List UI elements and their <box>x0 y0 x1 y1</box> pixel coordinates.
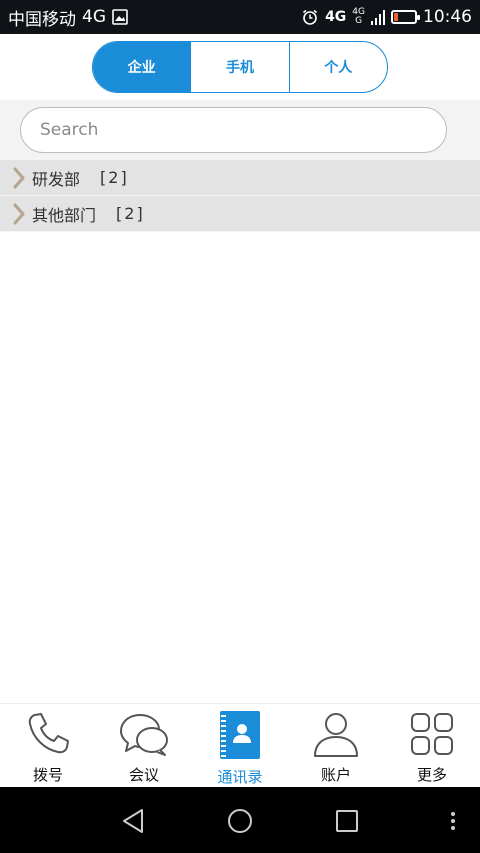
nav-account[interactable]: 账户 <box>288 704 384 787</box>
group-row-rd[interactable]: 研发部 [2] <box>0 160 480 196</box>
network-type-right: 4G <box>325 9 347 25</box>
chevron-right-icon <box>12 203 26 225</box>
alarm-icon <box>301 8 319 26</box>
overflow-menu-icon[interactable] <box>447 807 459 839</box>
carrier-name: 中国移动 <box>8 9 76 30</box>
contacts-book-icon <box>218 710 262 760</box>
home-circle-icon[interactable] <box>227 807 253 839</box>
nav-label: 更多 <box>416 766 447 784</box>
tab-mobile[interactable]: 手机 <box>190 42 288 92</box>
group-row-other[interactable]: 其他部门 [2] <box>0 196 480 232</box>
group-count: [2] <box>116 204 145 223</box>
tab-area: 企业 手机 个人 <box>0 34 480 100</box>
grid-icon <box>408 710 456 758</box>
chevron-right-icon <box>12 167 26 189</box>
signal-bars-icon <box>371 8 385 26</box>
search-input[interactable] <box>40 108 446 152</box>
nav-contacts[interactable]: 通讯录 <box>192 704 288 787</box>
group-name: 研发部 <box>32 169 81 189</box>
bottom-nav: 拨号 会议 通讯录 账户 更多 <box>0 703 480 787</box>
nav-label: 会议 <box>128 766 159 784</box>
phone-icon <box>24 710 72 758</box>
network-type: 4G <box>82 7 106 27</box>
group-name: 其他部门 <box>32 205 97 225</box>
battery-fill <box>394 13 398 21</box>
group-count: [2] <box>100 168 129 187</box>
recents-square-icon[interactable] <box>334 807 360 839</box>
nav-more[interactable]: 更多 <box>384 704 480 787</box>
search-area <box>0 100 480 160</box>
image-notification-icon <box>112 9 128 25</box>
signal-label-bottom: G <box>355 16 363 26</box>
signal-indicator: 4G G <box>352 8 365 26</box>
search-box <box>20 107 447 153</box>
nav-label: 通讯录 <box>217 768 263 786</box>
status-bar: 中国移动 4G 4G 4G G 10:46 <box>0 0 480 34</box>
segmented-control: 企业 手机 个人 <box>92 41 388 93</box>
system-nav-bar <box>0 787 480 853</box>
battery-icon <box>391 10 420 24</box>
back-triangle-icon[interactable] <box>120 807 146 839</box>
nav-label: 拨号 <box>32 766 63 784</box>
nav-meeting[interactable]: 会议 <box>96 704 192 787</box>
user-icon <box>312 710 360 758</box>
clock: 10:46 <box>423 7 472 27</box>
tab-enterprise[interactable]: 企业 <box>93 42 191 92</box>
chat-bubbles-icon <box>118 710 170 758</box>
status-right: 4G 4G G 10:46 <box>301 7 472 27</box>
nav-label: 账户 <box>320 766 351 784</box>
nav-dial[interactable]: 拨号 <box>0 704 96 787</box>
group-list: 研发部 [2] 其他部门 [2] <box>0 160 480 232</box>
tab-personal[interactable]: 个人 <box>288 42 387 92</box>
status-left: 中国移动 4G <box>8 5 128 30</box>
